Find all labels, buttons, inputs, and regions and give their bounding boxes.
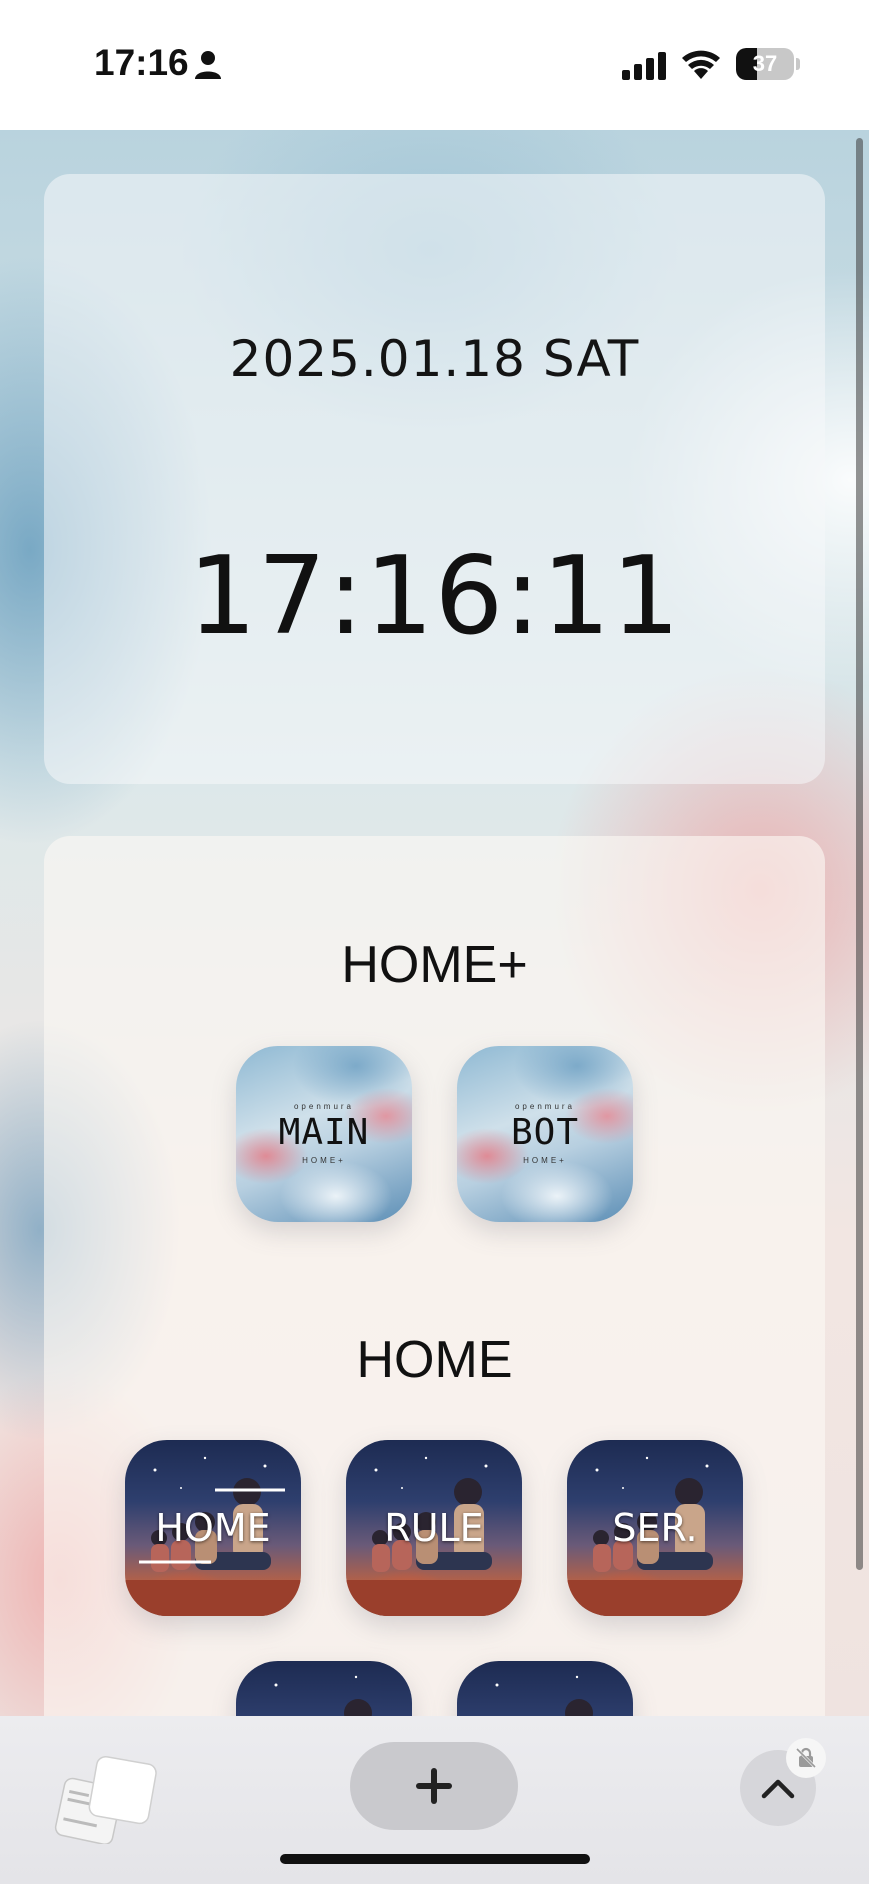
status-time: 17:16 [94,42,189,83]
app-tile-bot[interactable]: openmura BOT HOME+ [457,1046,633,1222]
clock-time: 17:16:11 [187,534,682,659]
home-indicator[interactable] [280,1854,590,1864]
tile-label: MAIN [278,1112,370,1153]
scrollbar[interactable] [856,138,863,1570]
tile-bottom-text: HOME+ [523,1156,567,1165]
wifi-icon [682,50,720,79]
battery-icon: 37 [736,48,794,80]
status-bar: 17:16 37 [0,0,869,130]
lock-slash-icon [786,1738,826,1778]
chevron-up-icon [761,1779,795,1799]
tile-top-text: openmura [514,1102,576,1111]
battery-percent: 37 [752,51,778,76]
cellular-signal-icon [622,52,666,80]
tile-bottom-text: HOME+ [302,1156,346,1165]
battery-nub [796,58,800,70]
section-title-home: HOME [356,1331,513,1389]
tile-label: HOME [155,1506,271,1550]
app-tile-ser[interactable]: SER. [567,1440,743,1616]
tile-artwork [274,1675,372,1716]
section-title-home-plus: HOME+ [341,936,528,994]
app-tile-partial-1[interactable] [236,1661,412,1716]
plus-icon [416,1768,452,1804]
app-tile-partial-2[interactable] [457,1661,633,1716]
clock-card: 2025.01.18 SAT 17:16:11 [44,174,825,784]
app-tile-rule[interactable]: RULE [346,1440,522,1616]
tabs-icon[interactable] [52,1754,162,1844]
bottom-toolbar [0,1716,869,1884]
page-content[interactable]: 2025.01.18 SAT 17:16:11 HOME+ openmura M… [0,130,869,1716]
screen: 17:16 37 2025.01.18 SAT 17:16:11 HOME+ o… [0,0,869,1884]
person-icon [195,51,221,79]
tile-label: RULE [384,1506,484,1550]
tile-label: SER. [612,1506,698,1550]
date-label: 2025.01.18 SAT [229,330,640,388]
tile-label: BOT [510,1112,580,1153]
tile-artwork [495,1675,593,1716]
new-tab-button[interactable] [350,1742,518,1830]
app-tile-main[interactable]: openmura MAIN HOME+ [236,1046,412,1222]
tile-top-text: openmura [293,1102,355,1111]
app-tile-home[interactable]: HOME [125,1440,301,1616]
